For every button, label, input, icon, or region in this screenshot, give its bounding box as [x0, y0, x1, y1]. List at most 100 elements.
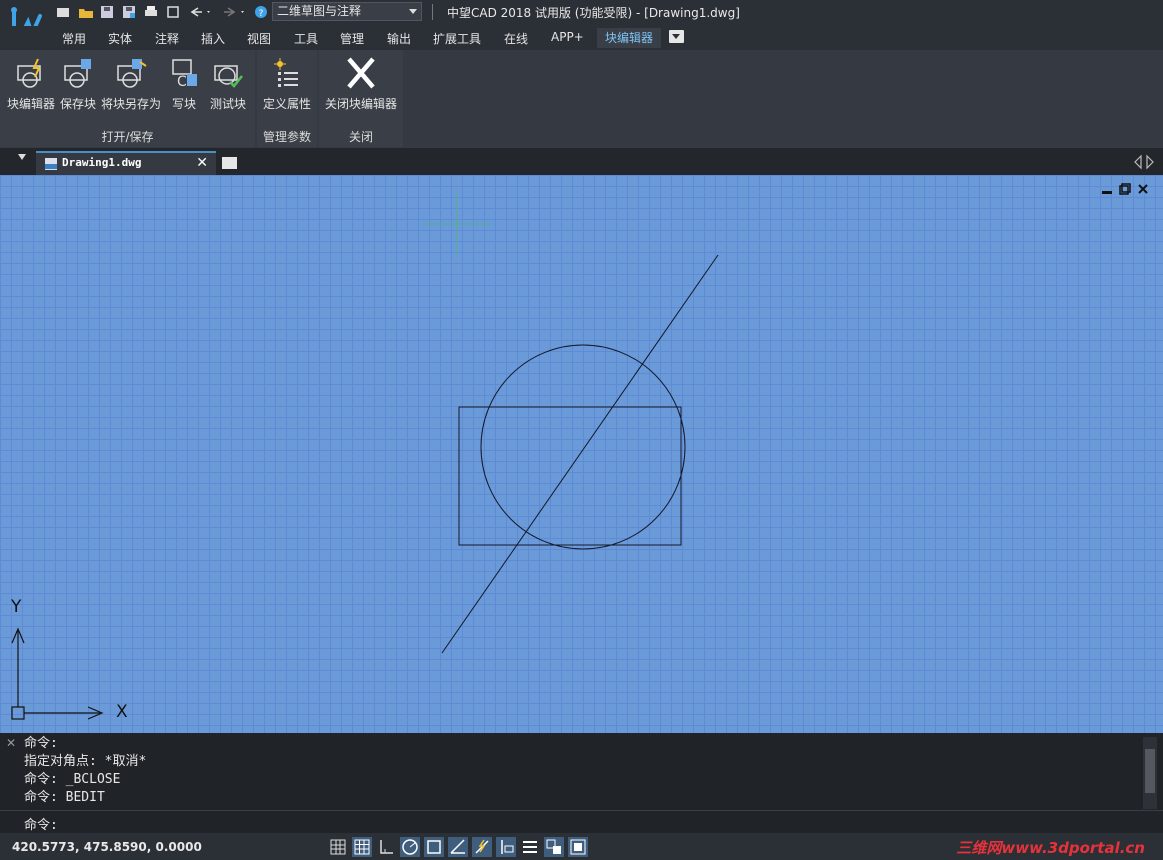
restore-icon[interactable]: [1119, 183, 1131, 195]
tab-extend-tools[interactable]: 扩展工具: [433, 30, 481, 47]
command-history-line: 命令:: [24, 736, 58, 751]
ortho-icon[interactable]: [376, 837, 396, 857]
block-editor-button[interactable]: 块编辑器: [6, 56, 56, 112]
drawing-geometry: [11, 193, 719, 720]
save-icon[interactable]: [100, 3, 114, 21]
window-title: 中望CAD 2018 试用版 (功能受限) - [Drawing1.dwg]: [447, 6, 740, 20]
help-icon[interactable]: ?: [254, 3, 268, 21]
svg-text:?: ?: [259, 9, 264, 19]
document-list-dropdown[interactable]: [18, 154, 26, 160]
viewport-controls: [1101, 183, 1149, 195]
object-tracking-icon[interactable]: [448, 837, 468, 857]
define-attribute-label: 定义属性: [262, 97, 311, 111]
define-attribute-icon: [274, 58, 298, 87]
coordinate-readout: 420.5773, 475.8590, 0.0000: [12, 840, 202, 854]
tab-online[interactable]: 在线: [504, 30, 528, 47]
tab-manage[interactable]: 管理: [340, 30, 364, 47]
save-block-label: 保存块: [59, 97, 96, 111]
dynamic-input-icon[interactable]: [472, 837, 492, 857]
undo-icon[interactable]: [188, 3, 212, 21]
open-folder-icon[interactable]: [78, 3, 94, 21]
close-icon[interactable]: [1137, 183, 1149, 195]
tab-output[interactable]: 输出: [387, 30, 411, 47]
minimize-icon[interactable]: [1101, 183, 1113, 195]
panel-title-close: 关闭: [348, 130, 373, 144]
save-block-as-icon: [117, 59, 147, 88]
block-editor-icon: [17, 58, 41, 88]
save-block-as-label: 将块另存为: [100, 97, 161, 111]
document-tab-strip: Drawing1.dwg ✕: [0, 148, 1163, 175]
print-icon[interactable]: [144, 3, 158, 21]
close-block-editor-label: 关闭块编辑器: [324, 97, 397, 111]
dwg-file-icon: [45, 158, 57, 170]
ribbon-minimize-button[interactable]: [669, 30, 684, 43]
lineweight-display-icon[interactable]: [520, 837, 540, 857]
tab-insert[interactable]: 插入: [201, 30, 225, 47]
lineweight-icon[interactable]: [496, 837, 516, 857]
status-bar: 420.5773, 475.8590, 0.0000 三维网www.3dport…: [0, 833, 1163, 860]
svg-text:C: C: [177, 74, 187, 90]
panel-close: 关闭块编辑器 关闭: [319, 50, 403, 147]
object-snap-icon[interactable]: [424, 837, 444, 857]
document-tab[interactable]: Drawing1.dwg ✕: [36, 151, 216, 175]
tab-solid[interactable]: 实体: [108, 30, 132, 47]
panel-manage-params: 定义属性 管理参数: [257, 50, 317, 147]
drawn-circle[interactable]: [480, 344, 686, 550]
crosshair-cursor: [423, 193, 492, 255]
tab-tools[interactable]: 工具: [294, 30, 318, 47]
polar-tracking-icon[interactable]: [400, 837, 420, 857]
tab-view[interactable]: 视图: [247, 30, 271, 47]
ucs-icon: [11, 627, 104, 720]
document-tab-close-button[interactable]: ✕: [196, 155, 208, 171]
tab-block-editor[interactable]: 块编辑器: [597, 28, 662, 48]
ucs-x-label: X: [116, 702, 128, 722]
snap-grid-icon[interactable]: [328, 837, 348, 857]
watermark-text: 三维网www.3dportal.cn: [956, 839, 1145, 857]
quick-properties-icon[interactable]: [544, 837, 564, 857]
title-bar: ? 二维草图与注释 中望CAD 2018 试用版 (功能受限) - [Drawi…: [0, 0, 1163, 40]
tab-annotate[interactable]: 注释: [155, 30, 179, 47]
define-attribute-button[interactable]: 定义属性: [261, 56, 313, 112]
command-input[interactable]: [70, 812, 1130, 831]
new-document-tab-button[interactable]: [222, 157, 237, 169]
chevron-down-icon: [409, 9, 417, 14]
tab-scroll-arrows-icon[interactable]: [1131, 154, 1157, 170]
selection-cycling-icon[interactable]: [568, 837, 588, 857]
write-block-icon: C: [172, 59, 197, 90]
ucs-y-label: Y: [11, 597, 22, 617]
close-block-editor-button[interactable]: 关闭块编辑器: [323, 56, 399, 112]
panel-title-open-save: 打开/保存: [101, 130, 154, 144]
command-history: 命令: 指定对角点: *取消* 命令: _BCLOSE 命令: BEDIT: [24, 735, 146, 807]
save-block-as-button[interactable]: 将块另存为: [100, 56, 162, 112]
tab-app-plus[interactable]: APP+: [551, 30, 584, 44]
command-history-line: 命令: _BCLOSE: [24, 772, 121, 787]
redo-icon[interactable]: [220, 3, 248, 21]
write-block-label: 写块: [171, 97, 196, 111]
zoom-extents-icon[interactable]: [166, 3, 180, 21]
grid-display-icon[interactable]: [352, 837, 372, 857]
test-block-icon: [214, 65, 243, 88]
test-block-label: 测试块: [209, 97, 246, 111]
drawing-canvas[interactable]: Y X: [0, 175, 1163, 733]
drawn-line[interactable]: [441, 254, 719, 654]
workspace-select[interactable]: 二维草图与注释: [272, 2, 422, 21]
panel-open-save: 块编辑器 保存块 将块另存为 C 写块 测试块 打开/保存: [0, 50, 255, 147]
command-history-line: 指定对角点: *取消*: [24, 754, 147, 769]
close-x-icon: [347, 57, 375, 89]
new-file-icon[interactable]: [56, 3, 70, 21]
write-block-button[interactable]: C 写块: [166, 56, 202, 112]
scrollbar-thumb[interactable]: [1145, 749, 1155, 793]
drawn-rectangle[interactable]: [458, 406, 682, 546]
ribbon-tabs: 常用 实体 注释 插入 视图 工具 管理 输出 扩展工具 在线 APP+ 块编辑…: [0, 26, 1163, 50]
separator: [432, 4, 433, 20]
document-tab-name: Drawing1.dwg: [62, 156, 142, 169]
tab-common[interactable]: 常用: [62, 30, 86, 47]
command-window-close-icon[interactable]: ✕: [6, 736, 16, 750]
save-block-button[interactable]: 保存块: [58, 56, 98, 112]
block-editor-label: 块编辑器: [6, 97, 55, 111]
command-history-line: 命令: BEDIT: [24, 790, 105, 805]
save-as-icon[interactable]: [122, 3, 136, 21]
command-scrollbar[interactable]: [1143, 737, 1157, 809]
test-block-button[interactable]: 测试块: [206, 56, 250, 112]
ribbon: 块编辑器 保存块 将块另存为 C 写块 测试块 打开/保存 定义属性 管理参数 …: [0, 50, 1163, 148]
